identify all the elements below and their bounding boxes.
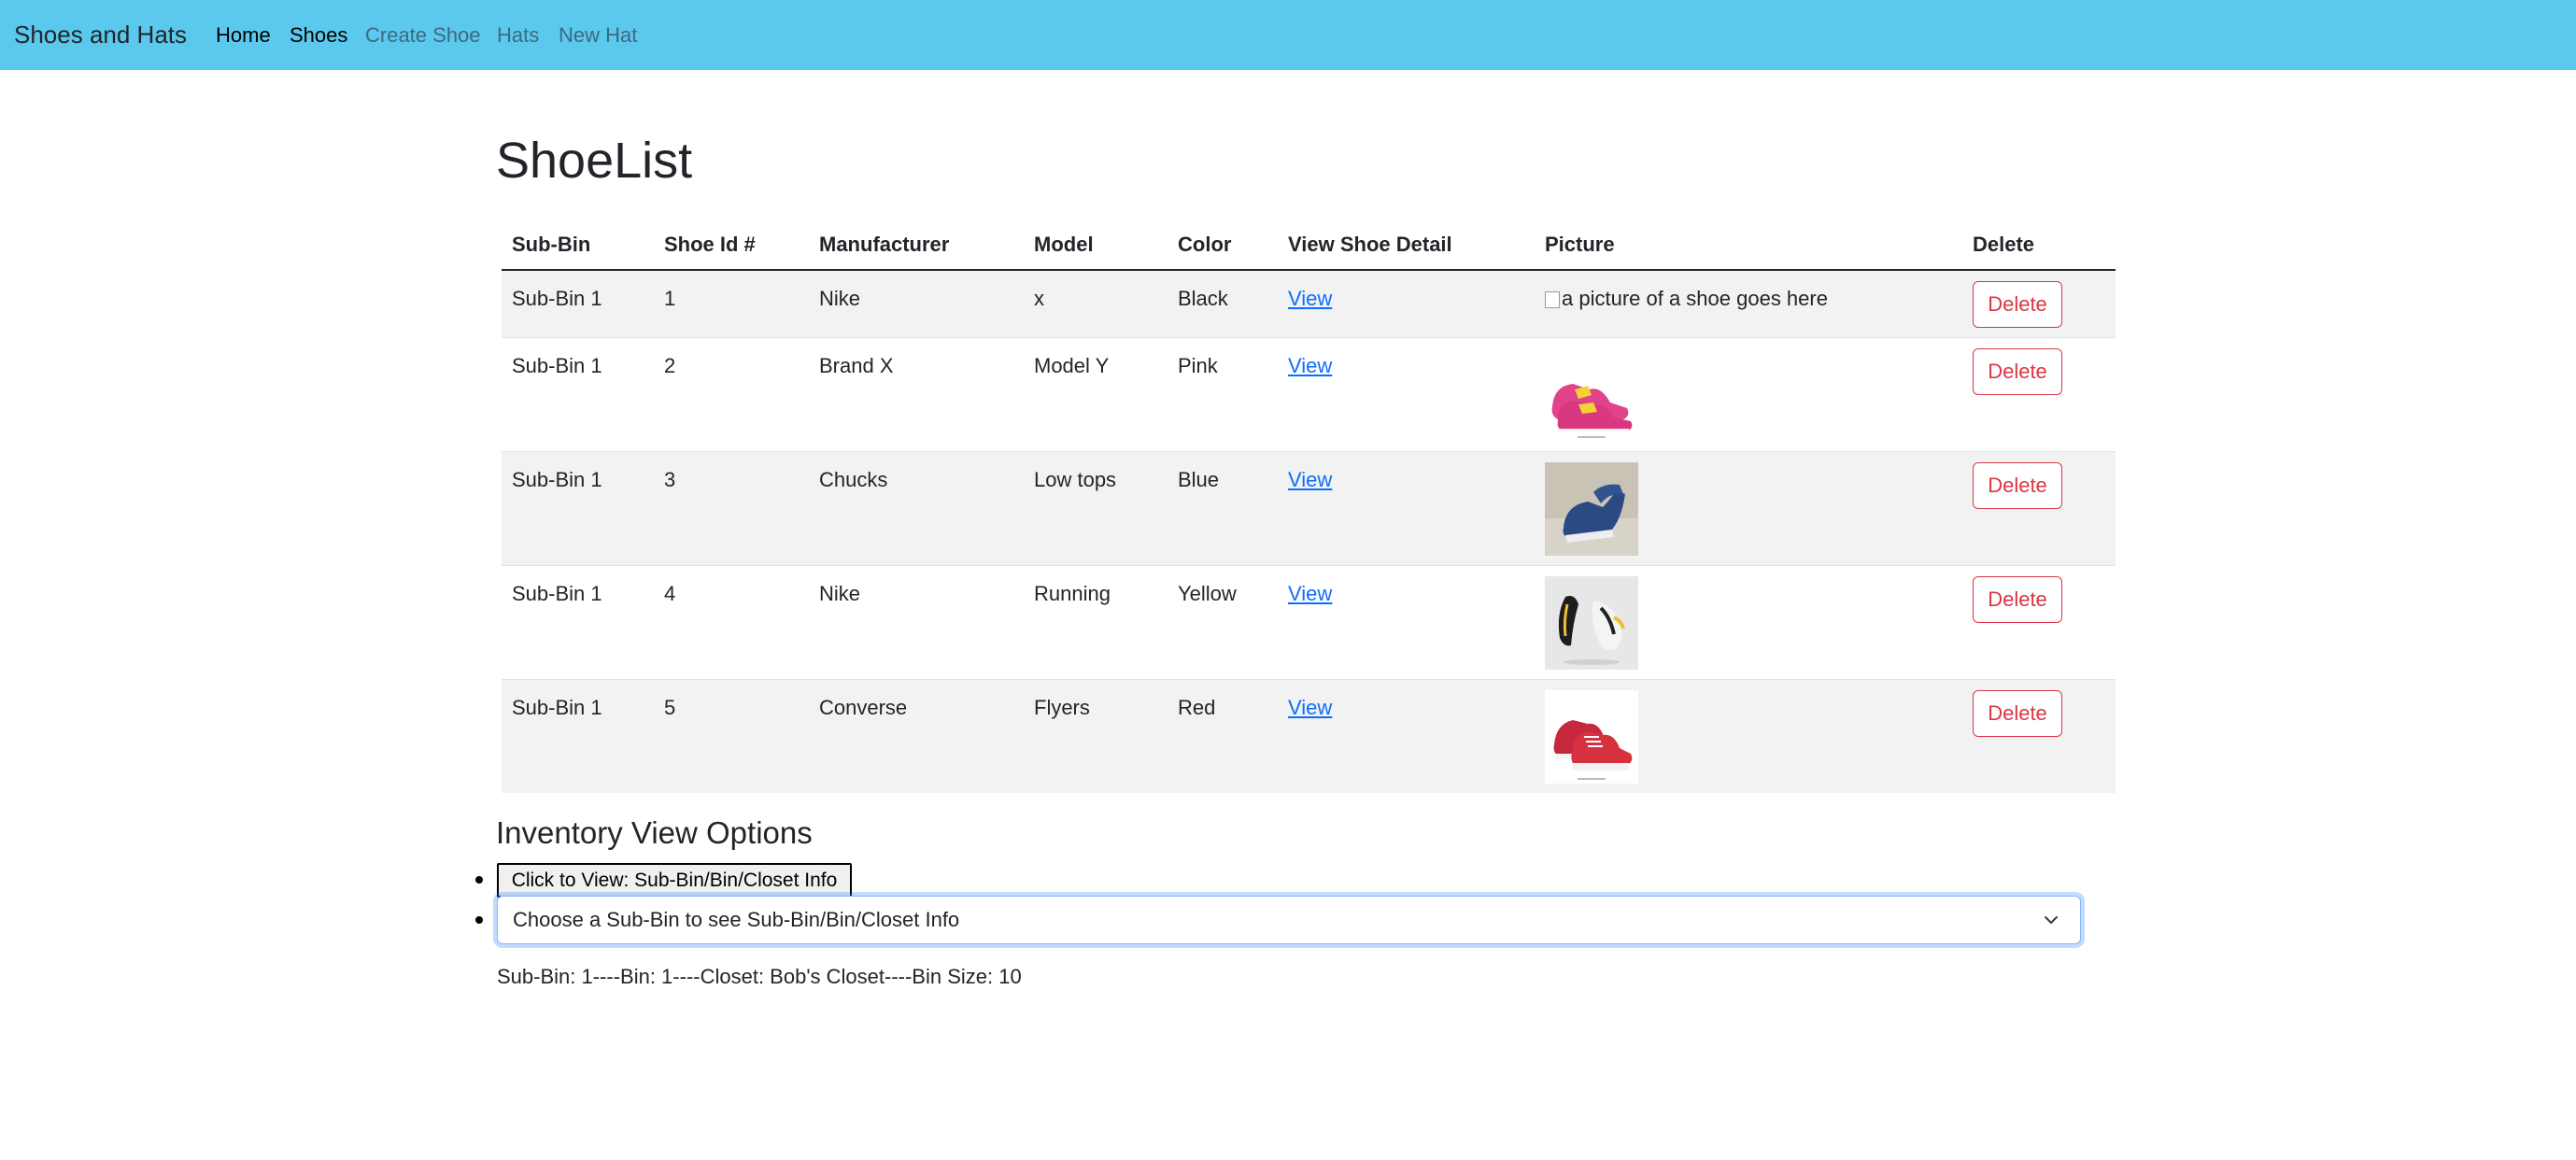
view-closet-info-button[interactable]: Click to View: Sub-Bin/Bin/Closet Info — [497, 863, 852, 898]
table-row: Sub-Bin 1 5 Converse Flyers Red View Del… — [502, 678, 2116, 793]
delete-button[interactable]: Delete — [1973, 347, 2062, 395]
cell-color: Black — [1178, 287, 1228, 310]
broken-image-icon — [1545, 291, 1560, 308]
view-shoe-link[interactable]: View — [1288, 468, 1332, 491]
nav-create-shoe[interactable]: Create Shoe — [365, 0, 481, 70]
header-delete: Delete — [1962, 220, 2116, 271]
shoe-picture — [1545, 347, 1638, 442]
inventory-options-title: Inventory View Options — [496, 815, 813, 850]
cell-color: Pink — [1178, 353, 1218, 377]
header-color: Color — [1168, 220, 1278, 271]
delete-button[interactable]: Delete — [1973, 461, 2062, 509]
header-sub-bin: Sub-Bin — [502, 220, 654, 271]
table-header-row: Sub-Bin Shoe Id # Manufacturer Model Col… — [502, 220, 2116, 271]
nav-home[interactable]: Home — [216, 0, 271, 70]
cell-color: Red — [1178, 695, 1216, 719]
view-shoe-link[interactable]: View — [1288, 287, 1332, 310]
delete-button[interactable]: Delete — [1973, 575, 2062, 623]
nav-shoes[interactable]: Shoes — [290, 0, 347, 70]
shoe-picture: a picture of a shoe goes here — [1545, 271, 1962, 311]
cell-sub-bin: Sub-Bin 1 — [512, 581, 602, 605]
cell-shoe-id: 1 — [664, 287, 676, 310]
brand-link[interactable]: Shoes and Hats — [14, 0, 187, 70]
cell-sub-bin: Sub-Bin 1 — [512, 467, 602, 491]
delete-button[interactable]: Delete — [1973, 281, 2062, 328]
cell-color: Blue — [1178, 467, 1220, 491]
shoe-picture-alt-text: a picture of a shoe goes here — [1562, 287, 1828, 310]
cell-sub-bin: Sub-Bin 1 — [512, 353, 602, 377]
cell-manufacturer: Nike — [819, 287, 861, 310]
view-shoe-link[interactable]: View — [1288, 696, 1332, 719]
cell-manufacturer: Nike — [819, 581, 861, 605]
chevron-down-icon — [2045, 916, 2058, 924]
cell-shoe-id: 5 — [664, 695, 676, 719]
header-view-detail: View Shoe Detail — [1278, 220, 1535, 271]
page-title: ShoeList — [496, 133, 693, 189]
cell-model: Flyers — [1034, 695, 1090, 719]
cell-model: Low tops — [1034, 467, 1117, 491]
cell-manufacturer: Converse — [819, 695, 908, 719]
cell-model: Running — [1034, 581, 1111, 605]
table-row: Sub-Bin 1 1 Nike x Black View a picture … — [502, 269, 2116, 337]
table-row: Sub-Bin 1 2 Brand X Model Y Pink View De… — [502, 336, 2116, 451]
cell-color: Yellow — [1178, 581, 1237, 605]
shoe-table: Sub-Bin Shoe Id # Manufacturer Model Col… — [502, 220, 2116, 793]
cell-sub-bin: Sub-Bin 1 — [512, 287, 602, 310]
cell-manufacturer: Brand X — [819, 353, 894, 377]
header-model: Model — [1024, 220, 1168, 271]
delete-button[interactable]: Delete — [1973, 689, 2062, 737]
cell-model: x — [1034, 287, 1044, 310]
bullet-icon — [475, 876, 483, 884]
header-picture: Picture — [1535, 220, 1962, 271]
closet-info-text: Sub-Bin: 1----Bin: 1----Closet: Bob's Cl… — [497, 965, 1022, 988]
top-navbar: Shoes and Hats Home Shoes Create Shoe Ha… — [0, 0, 2576, 70]
header-shoe-id: Shoe Id # — [654, 220, 809, 271]
table-row: Sub-Bin 1 3 Chucks Low tops Blue View De… — [502, 450, 2116, 565]
nav-hats[interactable]: Hats — [497, 0, 539, 70]
sub-bin-select[interactable]: Choose a Sub-Bin to see Sub-Bin/Bin/Clos… — [497, 896, 2081, 944]
cell-shoe-id: 2 — [664, 353, 676, 377]
cell-sub-bin: Sub-Bin 1 — [512, 695, 602, 719]
shoe-picture — [1545, 575, 1638, 670]
cell-manufacturer: Chucks — [819, 467, 888, 491]
shoe-picture — [1545, 689, 1638, 784]
bullet-icon — [475, 916, 483, 924]
header-manufacturer: Manufacturer — [809, 220, 1024, 271]
nav-new-hat[interactable]: New Hat — [559, 0, 637, 70]
cell-model: Model Y — [1034, 353, 1110, 377]
shoe-picture — [1545, 461, 1638, 556]
view-shoe-link[interactable]: View — [1288, 354, 1332, 377]
sub-bin-select-value: Choose a Sub-Bin to see Sub-Bin/Bin/Clos… — [513, 908, 960, 931]
table-row: Sub-Bin 1 4 Nike Running Yellow View Del… — [502, 564, 2116, 679]
cell-shoe-id: 4 — [664, 581, 676, 605]
cell-shoe-id: 3 — [664, 467, 676, 491]
view-shoe-link[interactable]: View — [1288, 582, 1332, 605]
